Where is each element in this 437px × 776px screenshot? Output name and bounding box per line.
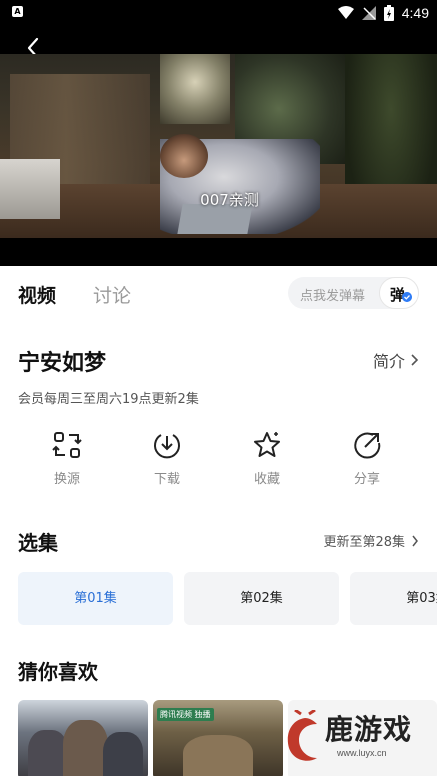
watermark-text: 鹿游戏 <box>325 713 413 746</box>
episode-item[interactable]: 第01集 <box>18 572 173 625</box>
danmu-toggle-button[interactable]: 弹 <box>379 277 419 309</box>
danmu-input[interactable]: 点我发弹幕 弹 <box>288 277 419 309</box>
no-signal-icon <box>361 6 376 20</box>
status-time: 4:49 <box>401 5 429 21</box>
download-button[interactable]: 下载 <box>117 430 217 487</box>
video-caption: 007亲测 <box>200 191 259 209</box>
tab-video[interactable]: 视频 <box>18 281 56 308</box>
recommend-title: 猜你喜欢 <box>18 660 98 684</box>
danmu-placeholder: 点我发弹幕 <box>300 289 366 304</box>
recommend-poster[interactable] <box>18 700 148 776</box>
poster-tag: 腾讯视频 独播 <box>157 708 214 721</box>
video-scene-lamp <box>160 54 230 124</box>
switch-source-icon <box>52 432 82 458</box>
intro-label: 简介 <box>372 352 405 371</box>
watermark: 鹿游戏 www.luyx.cn <box>277 700 437 776</box>
episode-item[interactable]: 第03集 <box>350 572 437 625</box>
status-bar: A 4:49 <box>0 0 437 26</box>
download-label: 下载 <box>153 472 180 487</box>
star-icon <box>254 432 280 457</box>
share-label: 分享 <box>353 472 380 487</box>
video-frame[interactable]: 007亲测 <box>0 54 437 238</box>
update-schedule: 会员每周三至周六19点更新2集 <box>18 392 199 407</box>
switch-source-button[interactable]: 换源 <box>17 430 117 487</box>
action-row: 换源 下载 收藏 分享 <box>0 430 437 500</box>
show-title: 宁安如梦 <box>18 351 107 376</box>
favorite-button[interactable]: 收藏 <box>217 430 317 487</box>
deer-logo-icon <box>287 710 317 761</box>
episode-list[interactable]: 第01集 第02集 第03集 <box>18 572 437 625</box>
tab-discuss[interactable]: 讨论 <box>93 281 131 308</box>
recommend-poster[interactable]: 腾讯视频 独播 <box>153 700 283 776</box>
wifi-icon <box>337 6 354 19</box>
share-button[interactable]: 分享 <box>317 430 417 487</box>
watermark-url: www.luyx.cn <box>337 748 387 758</box>
notification-icon: A <box>12 6 23 17</box>
episodes-update-text: 更新至第28集 <box>323 535 405 550</box>
video-player[interactable]: 007亲测 <box>0 26 437 266</box>
episodes-title: 选集 <box>18 531 58 555</box>
switch-source-label: 换源 <box>53 472 80 487</box>
share-icon <box>354 432 381 459</box>
chevron-right-icon <box>411 354 419 366</box>
battery-charging-icon <box>383 5 394 21</box>
detail-tabs: 视频 讨论 点我发弹幕 弹 <box>0 266 437 320</box>
intro-link[interactable]: 简介 <box>373 348 419 372</box>
chevron-right-icon <box>412 535 418 546</box>
episode-item[interactable]: 第02集 <box>184 572 339 625</box>
video-scene-head <box>160 134 208 178</box>
check-icon <box>402 292 412 302</box>
status-icons: 4:49 <box>337 3 429 23</box>
favorite-label: 收藏 <box>253 472 280 487</box>
download-icon <box>154 434 180 459</box>
episodes-update-link[interactable]: 更新至第28集 <box>323 531 419 550</box>
